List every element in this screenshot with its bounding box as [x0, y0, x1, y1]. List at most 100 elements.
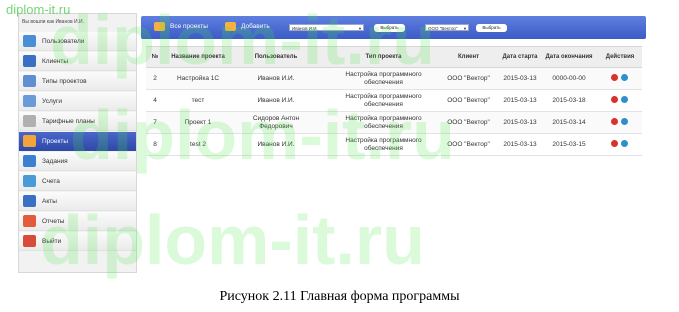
cell-user: Иванов И.И.: [257, 74, 295, 82]
column-header-number: №: [151, 53, 159, 60]
edit-icon[interactable]: [621, 96, 628, 103]
sidebar-item-label: Акты: [42, 197, 57, 205]
sidebar-item-services[interactable]: Услуги: [19, 92, 136, 111]
pick-client-button[interactable]: Выбрать: [476, 24, 507, 32]
sidebar-item-invoices[interactable]: Счета: [19, 172, 136, 191]
cell-project-type: Настройка программного обеспечения: [345, 70, 422, 86]
sidebar-item-label: Проекты: [42, 137, 69, 145]
acts-icon: [23, 195, 36, 207]
cell-start-date: 2015-03-13: [503, 140, 537, 148]
column-header-client: Клиент: [457, 53, 480, 60]
clients-icon: [23, 55, 36, 67]
table-row[interactable]: 4 тест Иванов И.И. Настройка программног…: [146, 90, 642, 112]
edit-icon[interactable]: [621, 140, 628, 147]
cell-start-date: 2015-03-13: [503, 118, 537, 126]
sidebar-item-logout[interactable]: Выйти: [19, 232, 136, 251]
column-header-project-type: Тип проекта: [365, 53, 402, 60]
reports-icon: [23, 215, 36, 227]
sidebar-item-reports[interactable]: Отчеты: [19, 212, 136, 231]
table-row[interactable]: 2 Настройка 1С Иванов И.И. Настройка про…: [146, 68, 642, 90]
tariff-plans-icon: [23, 115, 36, 127]
cell-project-name: test 2: [190, 140, 206, 148]
sidebar: Вы вошли как Иванов И.И. Пользователи Кл…: [18, 13, 137, 273]
cell-end-date: 2015-03-15: [552, 140, 586, 148]
column-header-actions: Действия: [605, 53, 635, 60]
table-row[interactable]: 7 Проект 1 Сидоров Антон Федорович Настр…: [146, 112, 642, 134]
cell-number: 2: [153, 74, 157, 82]
cell-start-date: 2015-03-13: [503, 96, 537, 104]
column-header-project-name: Название проекта: [171, 53, 225, 60]
sidebar-item-label: Счета: [42, 177, 60, 185]
table-body: 2 Настройка 1С Иванов И.И. Настройка про…: [146, 68, 642, 156]
sidebar-item-label: Типы проектов: [42, 77, 87, 85]
sidebar-item-label: Услуги: [42, 97, 62, 105]
sidebar-item-project-types[interactable]: Типы проектов: [19, 72, 136, 91]
column-header-start-date: Дата старта: [502, 53, 538, 60]
invoices-icon: [23, 175, 36, 187]
cell-user: Иванов И.И.: [257, 96, 295, 104]
table-row[interactable]: 8 test 2 Иванов И.И. Настройка программн…: [146, 134, 642, 156]
cell-number: 7: [153, 118, 157, 126]
sidebar-item-label: Отчеты: [42, 217, 65, 225]
cell-project-type: Настройка программного обеспечения: [345, 136, 422, 152]
user-select[interactable]: Иванов И.И. ▼: [289, 24, 364, 31]
toolbar: Все проекты Добавить Иванов И.И. ▼ Выбра…: [141, 16, 646, 39]
sidebar-item-label: Пользователи: [42, 37, 85, 45]
cell-project-name: тест: [191, 96, 205, 104]
sidebar-item-tasks[interactable]: Задания: [19, 152, 136, 171]
cell-user: Сидоров Антон Федорович: [252, 114, 300, 130]
user-select-value: Иванов И.И.: [292, 26, 318, 31]
add-button[interactable]: Добавить: [241, 23, 270, 30]
cell-project-name: Настройка 1С: [176, 74, 220, 82]
cell-client: ООО "Вектор": [447, 96, 490, 104]
sidebar-item-clients[interactable]: Клиенты: [19, 52, 136, 71]
projects-icon: [23, 135, 36, 147]
add-folder-icon: [225, 22, 236, 31]
figure-caption: Рисунок 2.11 Главная форма программы: [219, 289, 460, 304]
sidebar-item-label: Клиенты: [42, 57, 69, 65]
logout-icon: [23, 235, 36, 247]
sidebar-item-label: Выйти: [42, 237, 62, 245]
services-icon: [23, 95, 36, 107]
chevron-down-icon: ▼: [463, 26, 467, 31]
column-header-end-date: Дата окончания: [545, 53, 593, 60]
delete-icon[interactable]: [611, 118, 618, 125]
cell-project-name: Проект 1: [184, 118, 212, 126]
all-projects-button[interactable]: Все проекты: [170, 23, 208, 30]
column-header-user: Пользователь: [254, 53, 298, 60]
sidebar-item-acts[interactable]: Акты: [19, 192, 136, 211]
folder-icon: [154, 22, 165, 31]
edit-icon[interactable]: [621, 74, 628, 81]
cell-project-type: Настройка программного обеспечения: [345, 92, 422, 108]
delete-icon[interactable]: [611, 140, 618, 147]
client-select-value: ООО "Вектор": [428, 26, 458, 31]
chevron-down-icon: ▼: [358, 26, 362, 31]
delete-icon[interactable]: [611, 74, 618, 81]
cell-number: 4: [153, 96, 157, 104]
table-header: № Название проекта Пользователь Тип прое…: [146, 46, 642, 68]
sidebar-item-users[interactable]: Пользователи: [19, 32, 136, 51]
sidebar-item-label: Задания: [42, 157, 68, 165]
pick-user-button[interactable]: Выбрать: [374, 24, 405, 32]
cell-number: 8: [153, 140, 157, 148]
project-types-icon: [23, 75, 36, 87]
client-select[interactable]: ООО "Вектор" ▼: [425, 24, 469, 31]
users-icon: [23, 35, 36, 47]
delete-icon[interactable]: [611, 96, 618, 103]
sidebar-item-projects[interactable]: Проекты: [19, 132, 136, 151]
cell-client: ООО "Вектор": [447, 74, 490, 82]
cell-client: ООО "Вектор": [447, 140, 490, 148]
cell-client: ООО "Вектор": [447, 118, 490, 126]
cell-end-date: 2015-03-14: [552, 118, 586, 126]
cell-end-date: 0000-00-00: [552, 74, 586, 82]
logged-in-user-text: Вы вошли как Иванов И.И.: [22, 19, 84, 25]
edit-icon[interactable]: [621, 118, 628, 125]
cell-end-date: 2015-03-18: [552, 96, 586, 104]
sidebar-item-tariff-plans[interactable]: Тарифные планы: [19, 112, 136, 131]
cell-project-type: Настройка программного обеспечения: [345, 114, 422, 130]
projects-table: № Название проекта Пользователь Тип прое…: [146, 46, 642, 161]
tasks-icon: [23, 155, 36, 167]
cell-start-date: 2015-03-13: [503, 74, 537, 82]
cell-user: Иванов И.И.: [257, 140, 295, 148]
sidebar-item-label: Тарифные планы: [42, 117, 95, 125]
